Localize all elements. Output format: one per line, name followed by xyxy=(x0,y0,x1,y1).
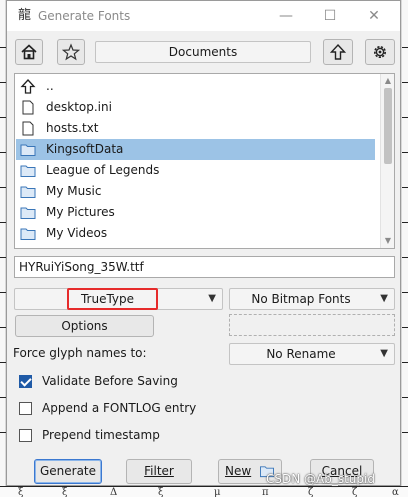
star-icon xyxy=(62,43,80,61)
parent-directory-button[interactable] xyxy=(323,39,353,65)
scrollbar-thumb[interactable] xyxy=(384,88,392,164)
validate-before-saving-checkbox[interactable] xyxy=(19,375,32,388)
home-button[interactable] xyxy=(15,39,43,65)
list-item-label: League of Legends xyxy=(46,163,160,177)
glyph-names-value: No Rename xyxy=(266,347,336,361)
location-value: Documents xyxy=(168,45,238,59)
file-icon xyxy=(22,100,34,115)
validate-before-saving-label: Validate Before Saving xyxy=(42,374,178,388)
backdrop-glyph: ζ xyxy=(308,487,314,497)
generate-fonts-dialog: 龍 Generate Fonts — ☐ ✕ Documents .. desk… xyxy=(6,0,401,486)
chevron-down-icon: ▼ xyxy=(208,293,216,304)
minimize-button[interactable]: — xyxy=(264,3,308,29)
append-fontlog-label: Append a FONTLOG entry xyxy=(42,401,197,415)
filter-button-label: Filter xyxy=(144,464,174,478)
generate-button[interactable]: Generate xyxy=(34,459,102,484)
list-item-label: My Pictures xyxy=(46,205,115,219)
list-item-label: KingsoftData xyxy=(46,142,124,156)
filename-input[interactable]: HYRuiYiSong_35W.ttf xyxy=(14,256,395,278)
force-glyph-names-label: Force glyph names to: xyxy=(13,346,147,360)
backdrop-glyph: π xyxy=(262,487,269,497)
folder-icon xyxy=(20,186,36,198)
list-item[interactable]: My Music xyxy=(16,181,375,202)
list-item-label: My Music xyxy=(46,184,102,198)
scroll-up-arrow-icon[interactable]: ▲ xyxy=(381,74,395,88)
home-icon xyxy=(21,44,37,60)
list-item-label: hosts.txt xyxy=(46,121,99,135)
settings-button[interactable] xyxy=(365,39,395,65)
append-fontlog-checkbox[interactable] xyxy=(19,402,32,415)
folder-icon xyxy=(20,228,36,240)
folder-icon xyxy=(20,144,36,156)
csdn-watermark: CSDN @Ab_stupid xyxy=(266,472,375,486)
filter-button[interactable]: Filter xyxy=(126,459,192,484)
scroll-down-arrow-icon[interactable]: ▼ xyxy=(381,234,395,248)
location-dropdown[interactable]: Documents xyxy=(95,41,311,63)
folder-icon xyxy=(20,207,36,219)
folder-icon xyxy=(20,165,36,177)
up-arrow-icon xyxy=(20,79,36,94)
list-item[interactable]: League of Legends xyxy=(16,160,375,181)
gear-icon xyxy=(374,46,386,58)
backdrop-glyph-row: ξ ξ Δ ξ μ π ζ ζ α xyxy=(0,486,408,497)
backdrop-glyph: μ xyxy=(214,487,221,497)
bitmap-format-value: No Bitmap Fonts xyxy=(251,292,351,306)
list-item-label: .. xyxy=(46,79,54,93)
title-bar[interactable]: 龍 Generate Fonts — ☐ ✕ xyxy=(7,1,400,31)
new-folder-button-label: New xyxy=(224,464,252,478)
backdrop-glyph: ξ xyxy=(158,487,164,497)
backdrop-glyph: α xyxy=(392,487,399,497)
bitmap-format-dropdown[interactable]: No Bitmap Fonts ▼ xyxy=(229,288,395,310)
bookmark-button[interactable] xyxy=(57,39,85,65)
file-list[interactable]: .. desktop.ini hosts.txt KingsoftData Le… xyxy=(14,73,395,249)
bitmap-sizes-field xyxy=(229,314,395,336)
list-item[interactable]: My Pictures xyxy=(16,202,375,223)
list-item[interactable]: .. xyxy=(16,76,375,97)
highlight-annotation-box xyxy=(67,288,158,310)
close-button[interactable]: ✕ xyxy=(352,3,396,29)
backdrop-right-strip xyxy=(401,0,408,497)
window-title: Generate Fonts xyxy=(38,9,131,23)
chevron-down-icon: ▼ xyxy=(380,293,388,304)
list-item[interactable]: My Videos xyxy=(16,223,375,244)
up-arrow-icon xyxy=(329,43,347,60)
list-item[interactable]: hosts.txt xyxy=(16,118,375,139)
list-item[interactable]: desktop.ini xyxy=(16,97,375,118)
backdrop-glyph: Δ xyxy=(110,487,118,497)
options-button[interactable]: Options xyxy=(15,315,154,337)
prepend-timestamp-label: Prepend timestamp xyxy=(42,428,160,442)
fontforge-app-icon: 龍 xyxy=(18,8,32,23)
prepend-timestamp-checkbox[interactable] xyxy=(19,429,32,442)
backdrop-glyph: ζ xyxy=(352,487,358,497)
list-item-selected[interactable]: KingsoftData xyxy=(16,139,375,160)
chevron-down-icon: ▼ xyxy=(380,348,388,359)
backdrop-glyph: ξ xyxy=(18,487,24,497)
file-icon xyxy=(22,121,34,136)
glyph-names-dropdown[interactable]: No Rename ▼ xyxy=(229,343,395,365)
list-item-label: desktop.ini xyxy=(46,100,112,114)
file-list-scrollbar[interactable]: ▲ ▼ xyxy=(380,74,394,248)
backdrop-glyph: ξ xyxy=(62,487,68,497)
maximize-button[interactable]: ☐ xyxy=(308,3,352,29)
list-item-label: My Videos xyxy=(46,226,108,240)
